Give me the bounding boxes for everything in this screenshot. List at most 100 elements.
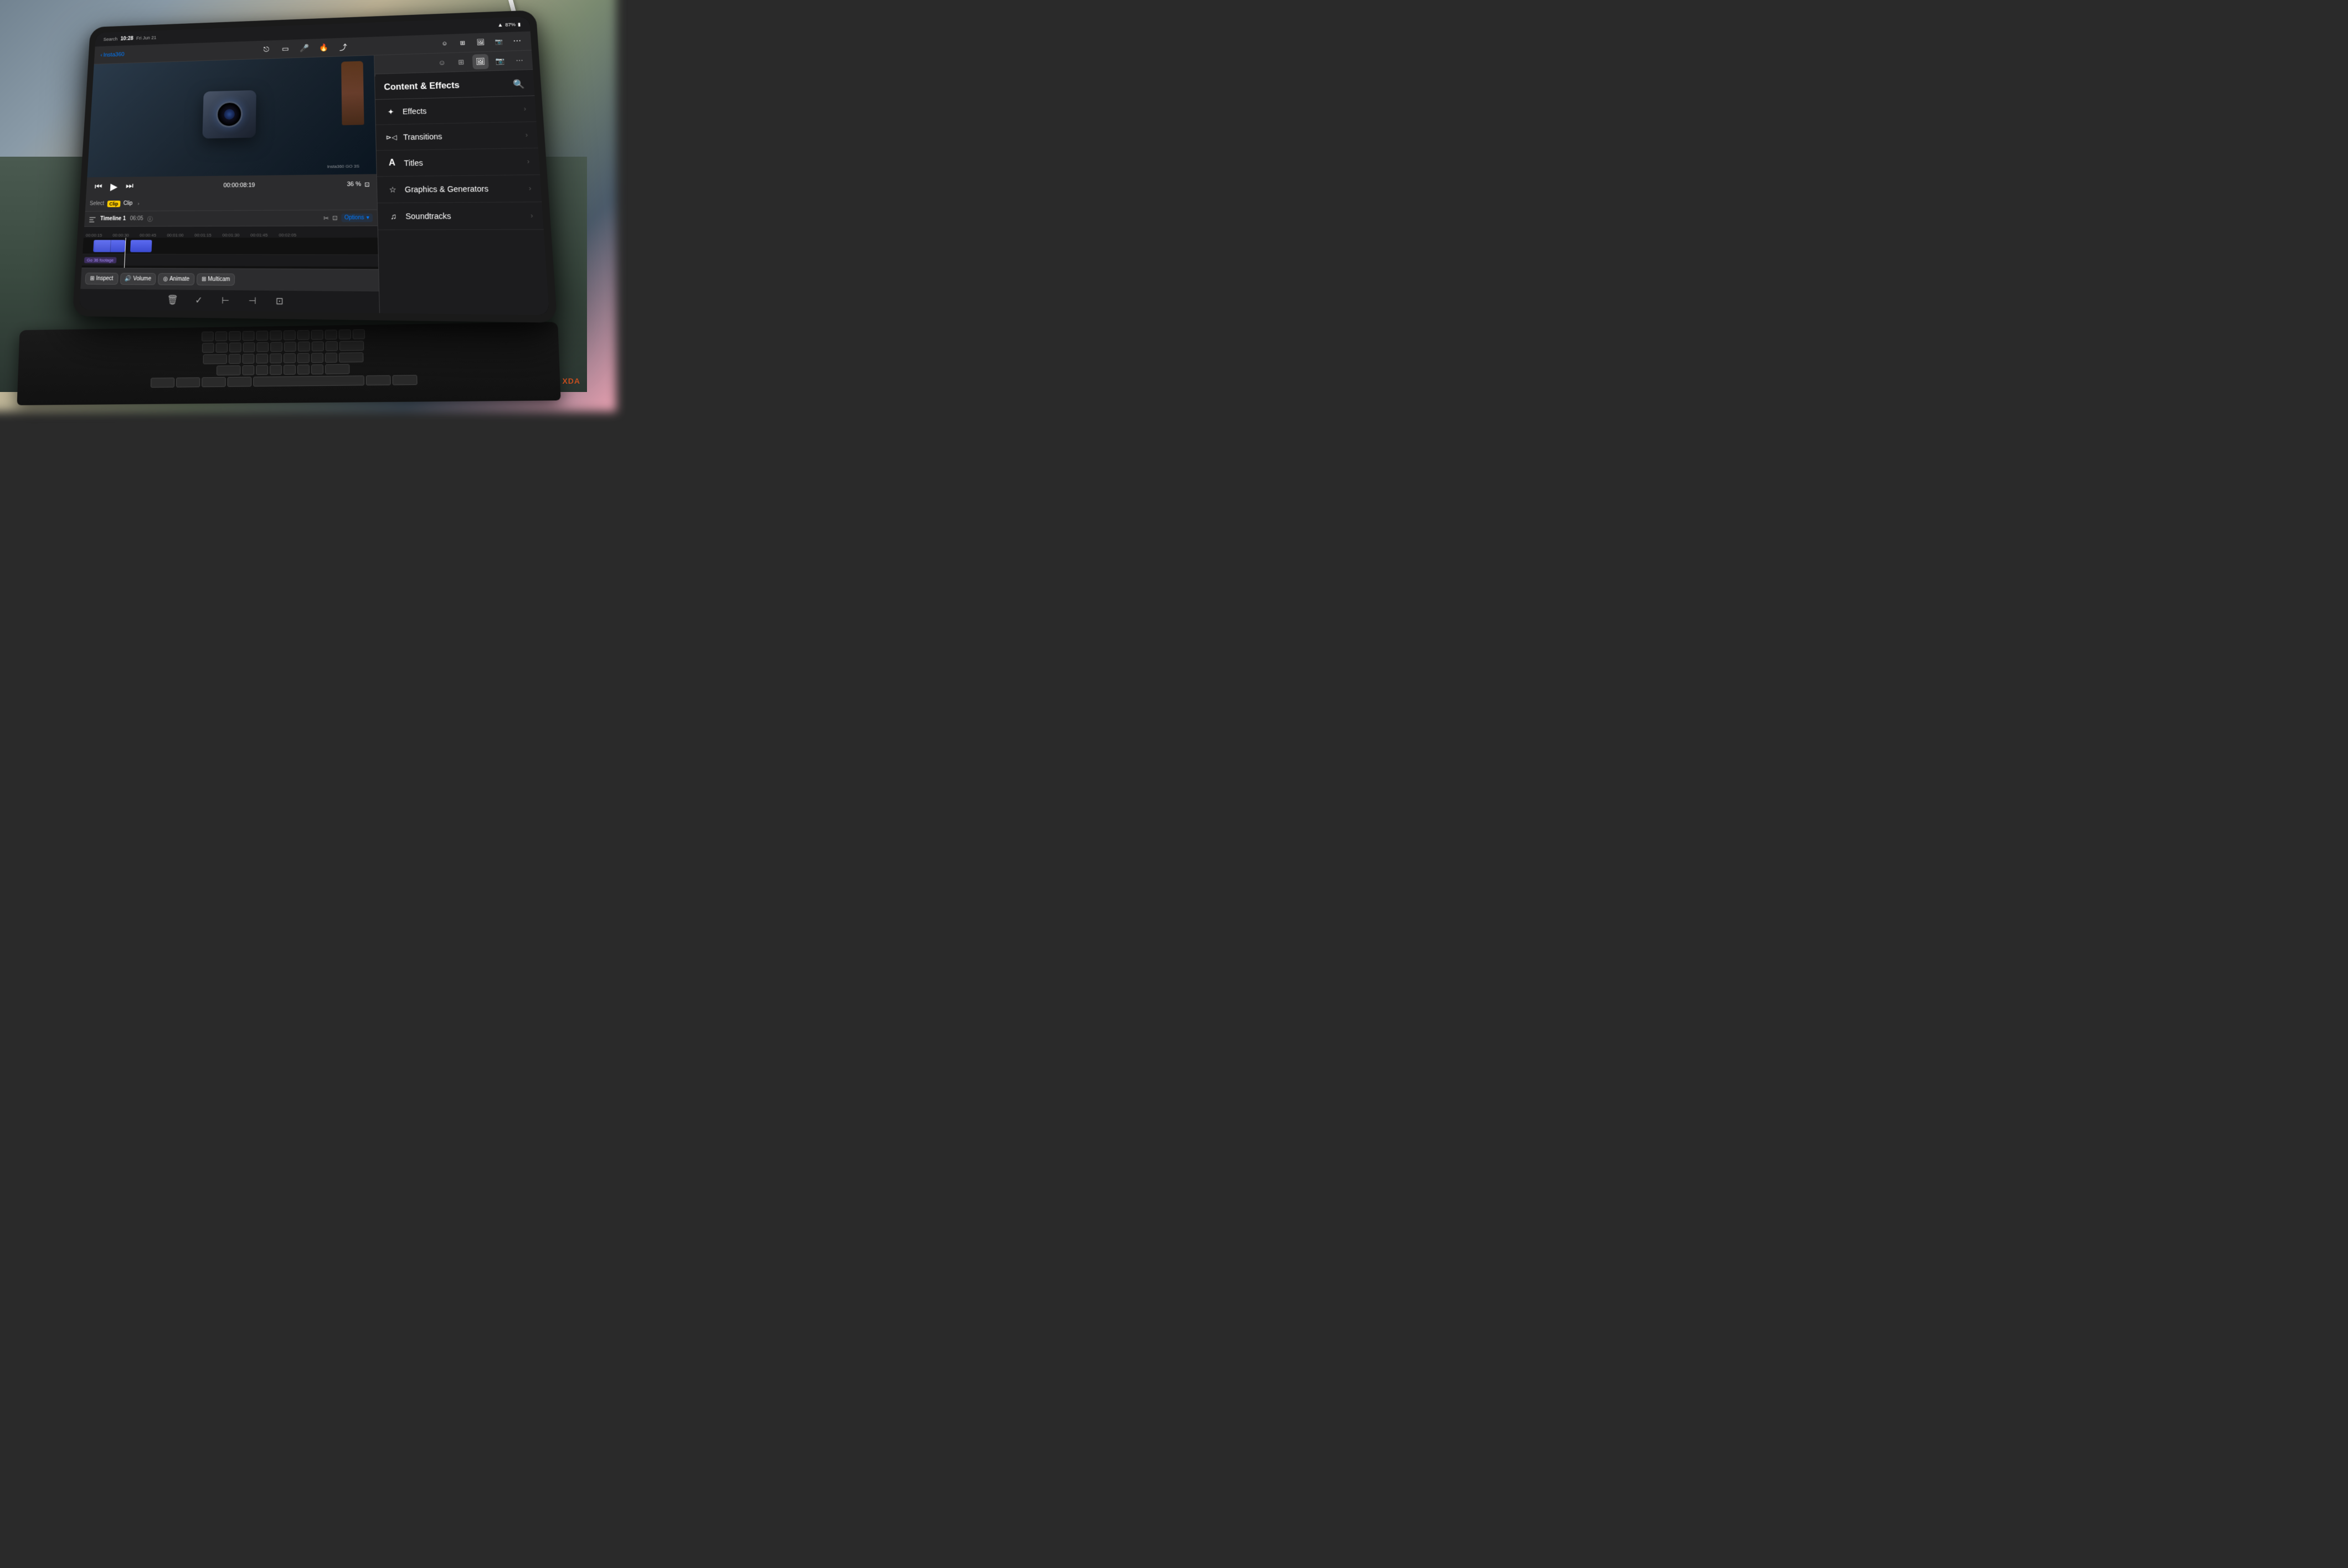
key[interactable] [297,364,309,374]
smiley-panel-icon[interactable]: ☺ [434,55,450,70]
search-status: Search [103,37,117,42]
key-cmd-r[interactable] [366,375,391,386]
titles-item[interactable]: A Titles › [377,148,540,177]
ruler-mark-3: 00:00:45 [140,233,167,238]
crop-icon[interactable]: ⊣ [244,293,260,310]
soundtracks-label: Soundtracks [405,212,451,221]
trim-icon[interactable]: ✂ [323,214,329,222]
search-button[interactable]: 🔍 [513,79,525,90]
play-button[interactable]: ▶ [108,180,120,192]
graphics-item[interactable]: ☆ Graphics & Generators › [377,175,542,203]
key-option[interactable] [202,377,226,387]
timeline-tracks[interactable]: Go 36 footage [82,238,379,269]
camera-lens [216,101,243,127]
key-cmd[interactable] [228,376,252,386]
bottle-shape [341,61,364,125]
soundtracks-item[interactable]: ♫ Soundtracks › [378,202,544,230]
clip-broll-1[interactable] [93,240,125,252]
key[interactable] [270,365,282,375]
bottom-action-bar: 🗑 ✓ ⊢ ⊣ ⊡ [79,289,379,313]
key-shift[interactable] [216,365,240,375]
clip-name-label: Clip [123,200,133,207]
panel-title: Content & Effects [384,81,460,92]
timecode-display: 00:00:08:19 [223,182,255,189]
key-shift-right[interactable] [325,364,349,374]
graphics-left: ☆ Graphics & Generators [386,182,488,195]
transitions-item[interactable]: ⊳◁ Transitions › [376,122,538,151]
flame-icon[interactable]: 🔥 [317,41,330,54]
more-panel-icon[interactable]: ⋯ [511,53,528,68]
camera2-icon[interactable]: 📷 [492,35,506,48]
arrange-icon[interactable]: ⊡ [271,293,287,310]
key[interactable] [311,353,323,363]
ruler-mark-2: 00:00:30 [112,233,140,238]
toolbar-center: ⎋ ▭ 🎤 🔥 ⤴ [260,40,349,56]
options-button[interactable]: Options ▾ [341,214,373,223]
key[interactable] [311,364,323,374]
grid-panel-icon[interactable]: ⊞ [453,54,470,70]
transitions-label: Transitions [403,132,442,141]
multicam-label: Multicam [208,276,230,283]
toolbar-right: ☺ ⊞ 🖼 📷 ⋯ [355,34,524,53]
skip-forward-button[interactable]: ⏭ [123,180,136,193]
volume-icon: 🔊 [125,276,132,282]
volume-button[interactable]: 🔊 Volume [120,273,156,285]
transitions-left: ⊳◁ Transitions [385,130,442,143]
export-icon[interactable]: ⤴ [337,40,350,53]
panel-header: Content & Effects 🔍 [375,72,535,100]
more-icon[interactable]: ⋯ [510,34,524,48]
titles-icon: A [385,157,398,169]
photo-icon[interactable]: 🖼 [473,36,488,49]
camera-panel-icon[interactable]: 📷 [492,53,509,69]
key-ctrl[interactable] [176,377,200,387]
effects-item[interactable]: ✦ Effects › [375,96,537,125]
share-icon[interactable]: ⎋ [260,43,272,56]
effects-label: Effects [403,107,427,116]
status-right: ▲ 87% ▮ [497,22,521,28]
checkmark-icon[interactable]: ✓ [191,292,207,309]
animate-button[interactable]: ◎ Animate [158,273,194,285]
camera-icon[interactable]: ▭ [279,43,292,55]
key-caps[interactable] [203,354,226,364]
key[interactable] [297,353,309,363]
timeline-ruler: 00:00:15 00:00:30 00:00:45 00:01:00 00:0… [84,226,378,238]
bottom-toolbar: ⊞ Inspect 🔊 Volume ◎ Animate [80,267,379,291]
battery-level: 87% [505,22,516,27]
ruler-mark-1: 00:00:15 [86,233,113,238]
key-option-r[interactable] [392,375,417,385]
split-icon[interactable]: ⊢ [218,292,234,309]
key[interactable] [270,353,282,363]
key-return[interactable] [338,352,363,362]
ipad-wrapper: Search 10:28 Fri Jun 21 ▲ 87% ▮ ‹ [44,11,554,348]
key[interactable] [283,353,295,363]
layer-icon[interactable]: ⊡ [332,214,338,221]
key[interactable] [256,365,268,375]
status-left: Search 10:28 Fri Jun 21 [103,35,156,42]
back-label: Insta360 [103,51,125,58]
ruler-mark-6: 00:01:30 [222,233,250,238]
key[interactable] [242,365,254,375]
key[interactable] [283,365,295,375]
key-space[interactable] [253,375,364,386]
key[interactable] [228,354,240,364]
volume-label: Volume [133,276,151,282]
toolbar-left: ‹ Insta360 [100,47,255,58]
delete-icon[interactable]: 🗑 [164,292,181,308]
select-label: Select [90,201,105,207]
skip-back-button[interactable]: ⏮ [92,181,105,193]
ipad-bezel: Search 10:28 Fri Jun 21 ▲ 87% ▮ ‹ [79,17,549,315]
back-button[interactable]: ‹ Insta360 [100,51,125,58]
photo-panel-icon[interactable]: 🖼 [472,54,489,69]
ruler-mark-8: 00:02:05 [279,233,307,238]
clip-broll-2[interactable] [130,240,152,252]
key[interactable] [325,353,337,363]
key[interactable] [242,354,254,364]
titles-label: Titles [404,158,423,168]
emoji-icon[interactable]: ☺ [437,37,451,50]
inspect-button[interactable]: ⊞ Inspect [85,272,118,285]
mic-icon[interactable]: 🎤 [298,42,311,55]
key-fn[interactable] [151,378,174,388]
multicam-button[interactable]: ⊞ Multicam [197,274,235,286]
grid-icon[interactable]: ⊞ [455,37,470,50]
key[interactable] [256,354,268,364]
